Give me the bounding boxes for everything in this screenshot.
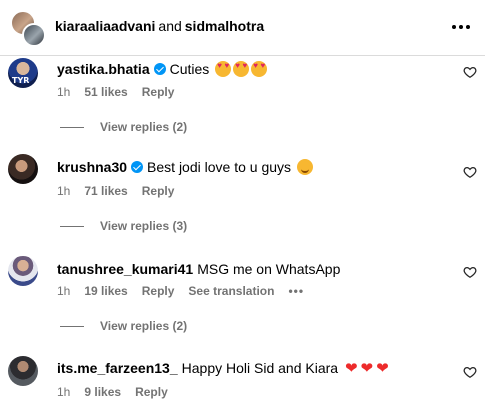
more-horizontal-icon[interactable] (450, 18, 472, 36)
view-replies-label: View replies (2) (100, 120, 188, 134)
avatar[interactable] (8, 356, 38, 386)
see-translation-button[interactable]: See translation (188, 284, 274, 298)
post-header: kiaraaliaadvani and sidmalhotra (0, 0, 485, 56)
view-replies-button[interactable]: View replies (3) (60, 219, 187, 233)
reply-button[interactable]: Reply (142, 184, 175, 198)
comment-likes[interactable]: 51 likes (84, 85, 127, 99)
view-replies-label: View replies (3) (100, 219, 188, 233)
comment-time[interactable]: 1h (57, 184, 70, 198)
comment-meta: 1h 19 likes Reply See translation ••• (57, 284, 318, 298)
like-heart-icon[interactable] (463, 165, 477, 179)
header-conjunction: and (158, 18, 182, 34)
comment-likes[interactable]: 9 likes (84, 385, 121, 399)
comment-text-line: its.me_farzeen13_ Happy Holi Sid and Kiar… (57, 359, 389, 378)
svg-text:TYR: TYR (12, 76, 29, 85)
collab-avatars[interactable] (10, 10, 50, 48)
verified-badge-icon (153, 63, 166, 75)
like-heart-icon[interactable] (463, 265, 477, 279)
header-username-1[interactable]: kiaraaliaadvani (55, 18, 155, 34)
reply-button[interactable]: Reply (142, 85, 175, 99)
comment-time[interactable]: 1h (57, 85, 70, 99)
replies-divider-line (60, 226, 84, 228)
comment-meta: 1h 51 likes Reply (57, 85, 188, 99)
like-heart-icon[interactable] (463, 365, 477, 379)
replies-divider-line (60, 326, 84, 328)
reply-button[interactable]: Reply (135, 385, 168, 399)
avatar-sid[interactable] (22, 23, 46, 47)
red-heart-emoji-icon: ❤ (360, 360, 374, 377)
comment-meta: 1h 71 likes Reply (57, 184, 188, 198)
comment-text-line: krushna30 Best jodi love to u guys (57, 158, 313, 176)
comment-body: Cuties (169, 61, 210, 77)
avatar[interactable] (8, 256, 38, 286)
red-heart-emoji-icon: ❤ (376, 360, 389, 377)
header-username-2[interactable]: sidmalhotra (185, 18, 264, 34)
avatar[interactable]: TYR (8, 58, 38, 88)
heart-eyes-emoji-icon (215, 61, 232, 77)
comment-text-line: tanushree_kumari41 MSG me on WhatsApp (57, 260, 340, 278)
like-heart-icon[interactable] (463, 65, 477, 79)
comment-time[interactable]: 1h (57, 284, 70, 298)
view-replies-button[interactable]: View replies (2) (60, 319, 187, 333)
heart-eyes-emoji-icon (233, 61, 250, 77)
heart-eyes-emoji-icon (251, 61, 268, 77)
comment-username[interactable]: krushna30 (57, 159, 127, 175)
collab-title: kiaraaliaadvani and sidmalhotra (55, 18, 264, 34)
avatar[interactable] (8, 154, 38, 184)
comment-meta: 1h 9 likes Reply (57, 385, 182, 399)
comment-username[interactable]: its.me_farzeen13_ (57, 360, 178, 376)
red-heart-emoji-icon: ❤ (344, 360, 358, 377)
view-replies-label: View replies (2) (100, 319, 188, 333)
comment-more-options-icon[interactable]: ••• (288, 284, 304, 298)
view-replies-button[interactable]: View replies (2) (60, 120, 187, 134)
comment-likes[interactable]: 19 likes (84, 284, 127, 298)
comment-username[interactable]: yastika.bhatia (57, 61, 150, 77)
hugging-face-emoji-icon (296, 159, 313, 175)
comment-time[interactable]: 1h (57, 385, 70, 399)
reply-button[interactable]: Reply (142, 284, 175, 298)
comment-body: MSG me on WhatsApp (197, 261, 341, 277)
comment-text-line: yastika.bhatia Cuties (57, 60, 268, 78)
verified-badge-icon (131, 161, 144, 173)
comment-body: Best jodi love to u guys (147, 159, 292, 175)
comment-body: Happy Holi Sid and Kiara (181, 360, 339, 376)
replies-divider-line (60, 127, 84, 129)
comment-likes[interactable]: 71 likes (84, 184, 127, 198)
comment-username[interactable]: tanushree_kumari41 (57, 261, 193, 277)
